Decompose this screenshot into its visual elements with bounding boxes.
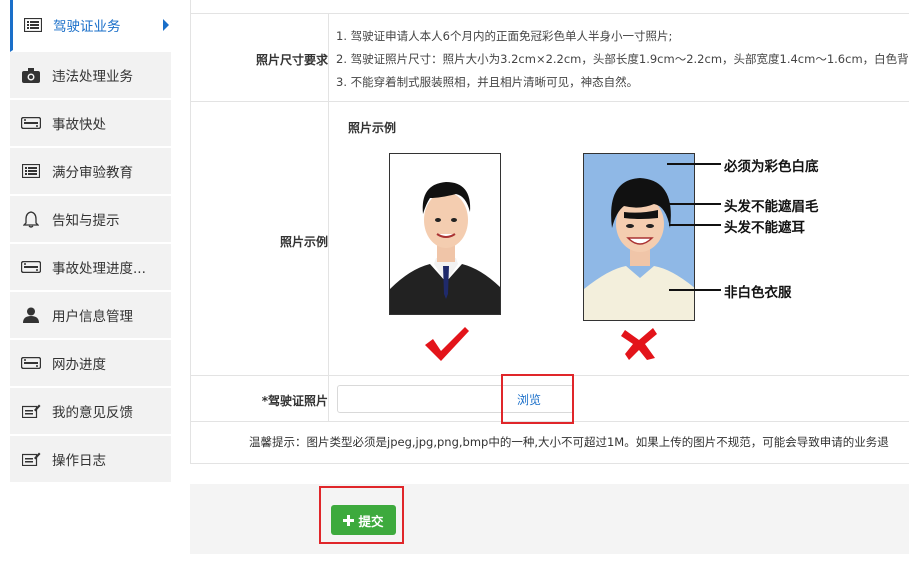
sidebar-item-label: 违法处理业务 — [52, 69, 133, 85]
wrong-photo-image — [584, 178, 694, 320]
requirement-2: 2. 驾驶证照片尺寸：照片大小为3.2cm×2.2cm，头部长度1.9cm～2.… — [336, 52, 909, 66]
annotation-line-bg — [667, 163, 721, 165]
upload-label: *驾驶证照片 — [261, 394, 328, 408]
sidebar-item-3[interactable]: 满分审验教育 — [10, 148, 171, 196]
sidebar: 驾驶证业务违法处理业务 事故快处满分审验教育 告知与提示事故处理进度... 用户信息管… — [10, 0, 171, 484]
sidebar-item-5[interactable]: 事故处理进度... — [10, 244, 171, 292]
user-icon — [21, 307, 41, 323]
annotation-line-clothes — [669, 289, 721, 291]
upload-tip: 温馨提示：图片类型必须是jpeg,jpg,png,bmp中的一种,大小不可超过1… — [249, 435, 889, 449]
list-icon — [21, 163, 41, 179]
sidebar-item-label: 用户信息管理 — [52, 309, 133, 325]
browse-highlight-box — [501, 374, 574, 424]
sidebar-item-label: 满分审验教育 — [52, 165, 133, 181]
ticket-icon — [21, 115, 41, 131]
correct-photo-image — [390, 182, 500, 314]
edit-icon — [21, 403, 41, 419]
list-icon — [23, 17, 43, 33]
submit-area: 提交 — [190, 484, 909, 554]
wrong-photo-example — [583, 153, 695, 321]
row-photo-example: 照片示例 照片示例 必须为彩色白底 头发不能遮眉毛 头发不能遮耳 非白色衣服 — [191, 102, 909, 376]
sidebar-item-label: 事故处理进度... — [52, 261, 146, 277]
annotation-clothes: 非白色衣服 — [724, 285, 792, 301]
sidebar-item-4[interactable]: 告知与提示 — [10, 196, 171, 244]
requirement-3: 3. 不能穿着制式服装照相，并且相片清晰可见，神态自然。 — [336, 75, 639, 89]
sidebar-item-8[interactable]: 我的意见反馈 — [10, 388, 171, 436]
caret-right-icon — [163, 19, 169, 31]
requirement-1: 1. 驾驶证申请人本人6个月内的正面免冠彩色单人半身小一寸照片; — [336, 29, 673, 43]
check-mark-icon — [425, 327, 469, 361]
form-table: 照片尺寸要求 1. 驾驶证申请人本人6个月内的正面免冠彩色单人半身小一寸照片; … — [190, 0, 909, 464]
x-mark-icon — [621, 328, 657, 360]
ticket-icon — [21, 355, 41, 371]
sidebar-item-label: 驾驶证业务 — [53, 19, 121, 35]
row-size-requirements: 照片尺寸要求 1. 驾驶证申请人本人6个月内的正面免冠彩色单人半身小一寸照片; … — [191, 13, 909, 102]
bell-icon — [21, 210, 41, 228]
camera-icon — [21, 67, 41, 83]
correct-photo-example — [389, 153, 501, 315]
sidebar-item-0[interactable]: 驾驶证业务 — [10, 0, 171, 52]
edit-icon — [21, 451, 41, 467]
annotation-ear: 头发不能遮耳 — [724, 220, 805, 236]
ticket-icon — [21, 259, 41, 275]
size-label: 照片尺寸要求 — [255, 53, 328, 67]
row-upload: *驾驶证照片 浏览 — [191, 374, 909, 424]
sidebar-item-9[interactable]: 操作日志 — [10, 436, 171, 484]
sidebar-item-label: 事故快处 — [52, 117, 106, 133]
sidebar-item-label: 操作日志 — [52, 453, 106, 469]
sidebar-item-1[interactable]: 违法处理业务 — [10, 52, 171, 100]
sidebar-item-label: 网办进度 — [52, 357, 106, 373]
sidebar-item-2[interactable]: 事故快处 — [10, 100, 171, 148]
sidebar-item-label: 告知与提示 — [52, 213, 120, 229]
annotation-line-ear — [669, 224, 721, 226]
annotation-brow: 头发不能遮眉毛 — [724, 199, 819, 215]
example-title: 照片示例 — [348, 121, 397, 135]
sidebar-item-6[interactable]: 用户信息管理 — [10, 292, 171, 340]
annotation-bg: 必须为彩色白底 — [724, 159, 819, 175]
size-requirements-list: 1. 驾驶证申请人本人6个月内的正面免冠彩色单人半身小一寸照片; 2. 驾驶证照… — [336, 25, 909, 94]
sidebar-item-label: 我的意见反馈 — [52, 405, 133, 421]
example-label: 照片示例 — [279, 235, 328, 249]
row-tip: 温馨提示：图片类型必须是jpeg,jpg,png,bmp中的一种,大小不可超过1… — [191, 422, 909, 464]
submit-highlight-box — [319, 486, 404, 544]
sidebar-item-7[interactable]: 网办进度 — [10, 340, 171, 388]
annotation-line-brow — [661, 203, 721, 205]
